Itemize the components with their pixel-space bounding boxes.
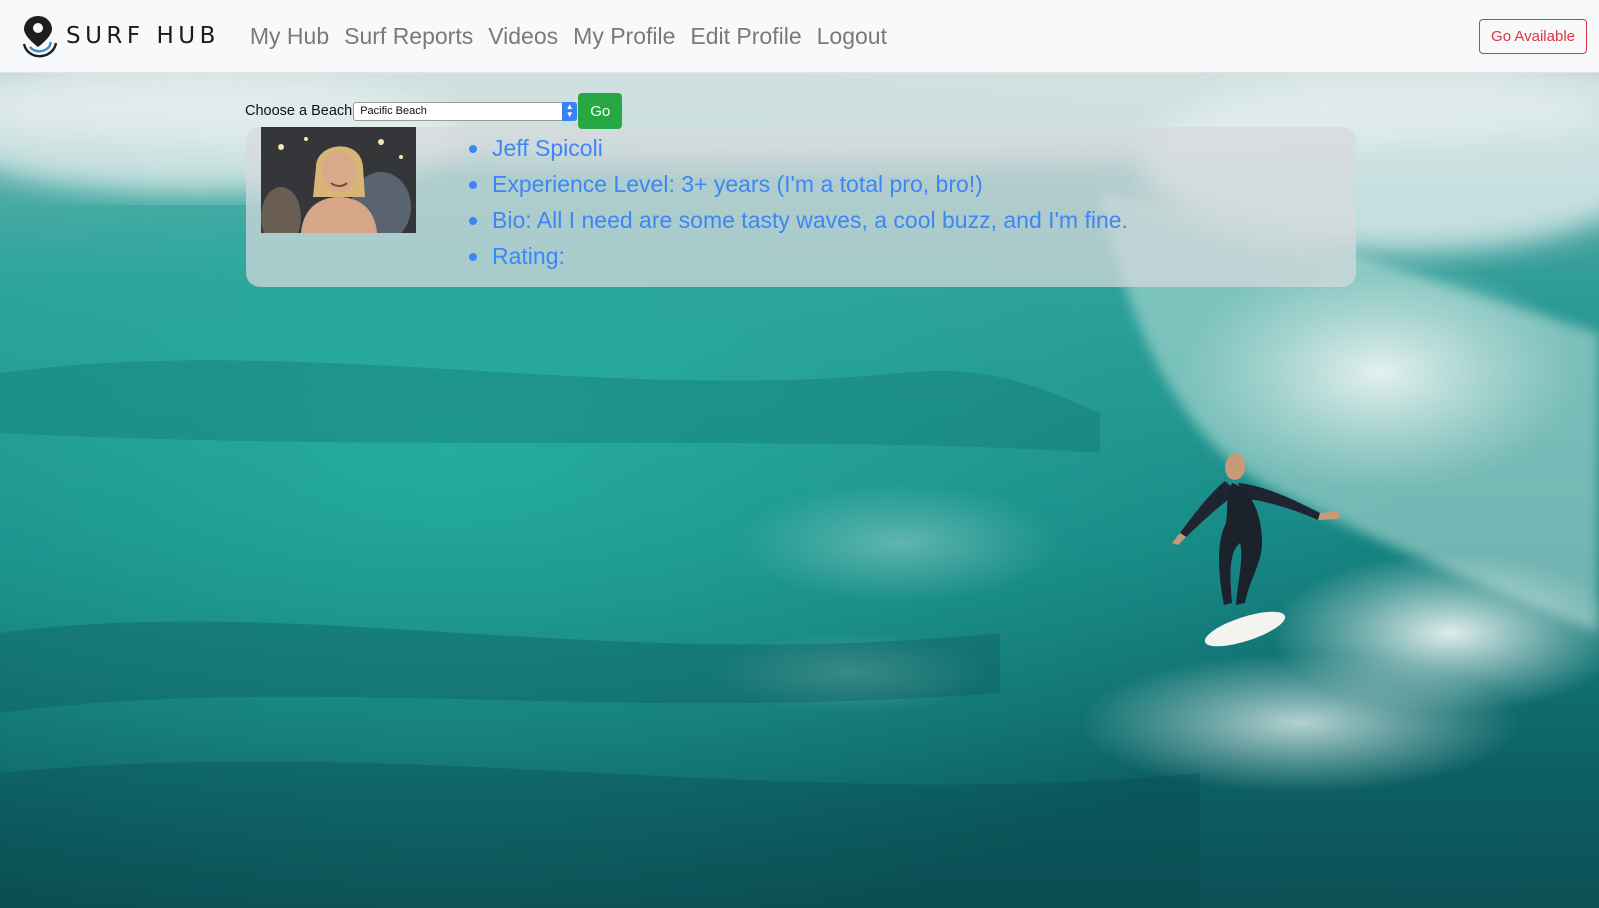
nav-edit-profile[interactable]: Edit Profile (690, 23, 801, 50)
avatar (261, 127, 416, 233)
beach-chooser: Choose a Beach Pacific Beach ▲ ▼ Go (245, 93, 623, 129)
select-arrows-icon: ▲ ▼ (562, 101, 578, 121)
profile-name[interactable]: Jeff Spicoli (469, 130, 1128, 166)
profile-rating: Rating: (469, 238, 1128, 274)
brand[interactable]: SURF HUB (20, 0, 220, 73)
nav-surf-reports[interactable]: Surf Reports (344, 23, 473, 50)
brand-name: SURF HUB (66, 23, 220, 49)
map-pin-wave-icon (20, 14, 62, 58)
profile-bio: Bio: All I need are some tasty waves, a … (469, 202, 1128, 238)
nav-videos[interactable]: Videos (488, 23, 558, 50)
nav-my-hub[interactable]: My Hub (250, 23, 329, 50)
nav-my-profile[interactable]: My Profile (573, 23, 675, 50)
profile-experience: Experience Level: 3+ years (I'm a total … (469, 166, 1128, 202)
profile-card: Jeff Spicoli Experience Level: 3+ years … (246, 127, 1356, 287)
beach-select[interactable]: Pacific Beach ▲ ▼ (353, 101, 578, 121)
nav-logout[interactable]: Logout (817, 23, 887, 50)
navbar: SURF HUB My Hub Surf Reports Videos My P… (0, 0, 1599, 73)
go-available-button[interactable]: Go Available (1479, 19, 1587, 54)
profile-details: Jeff Spicoli Experience Level: 3+ years … (469, 130, 1128, 274)
beach-selected-value: Pacific Beach (360, 104, 427, 117)
go-button[interactable]: Go (578, 93, 623, 129)
nav-links: My Hub Surf Reports Videos My Profile Ed… (250, 23, 902, 50)
beach-label: Choose a Beach (245, 103, 353, 119)
